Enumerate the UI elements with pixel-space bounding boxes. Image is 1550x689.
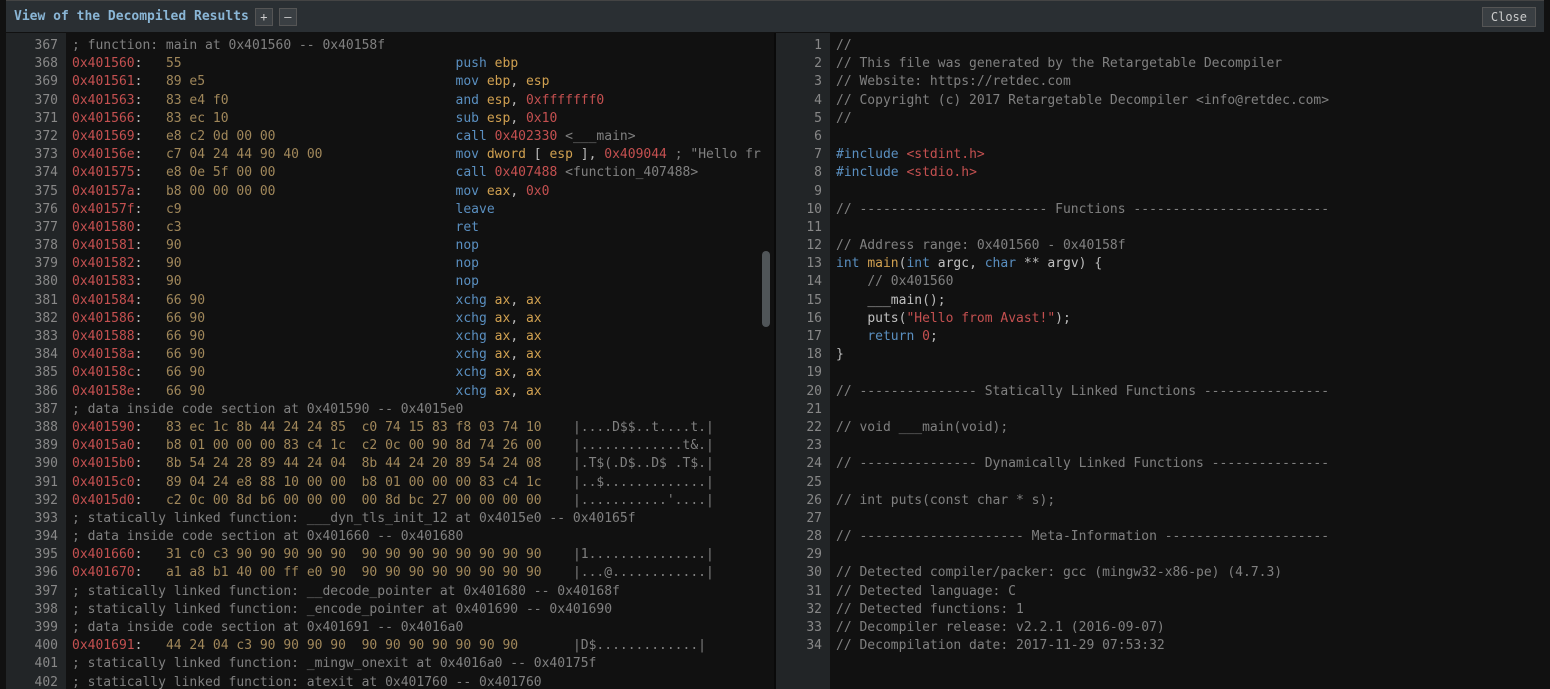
line-gutter-left: 3673683693703713723733743753763773783793… xyxy=(6,33,66,689)
disassembly-code[interactable]: ; function: main at 0x401560 -- 0x40158f… xyxy=(66,33,774,689)
scrollbar-thumb[interactable] xyxy=(762,251,770,327)
decompiled-code[interactable]: //// This file was generated by the Reta… xyxy=(830,33,1544,659)
close-button[interactable]: Close xyxy=(1482,7,1536,27)
titlebar: View of the Decompiled Results + – Close xyxy=(6,0,1544,33)
disassembly-pane[interactable]: 3673683693703713723733743753763773783793… xyxy=(6,33,776,689)
line-gutter-right: 1234567891011121314151617181920212223242… xyxy=(776,33,830,689)
plus-button[interactable]: + xyxy=(255,8,273,26)
decompiled-pane[interactable]: 1234567891011121314151617181920212223242… xyxy=(776,33,1544,689)
minus-button[interactable]: – xyxy=(279,8,297,26)
window-title: View of the Decompiled Results xyxy=(14,9,249,24)
